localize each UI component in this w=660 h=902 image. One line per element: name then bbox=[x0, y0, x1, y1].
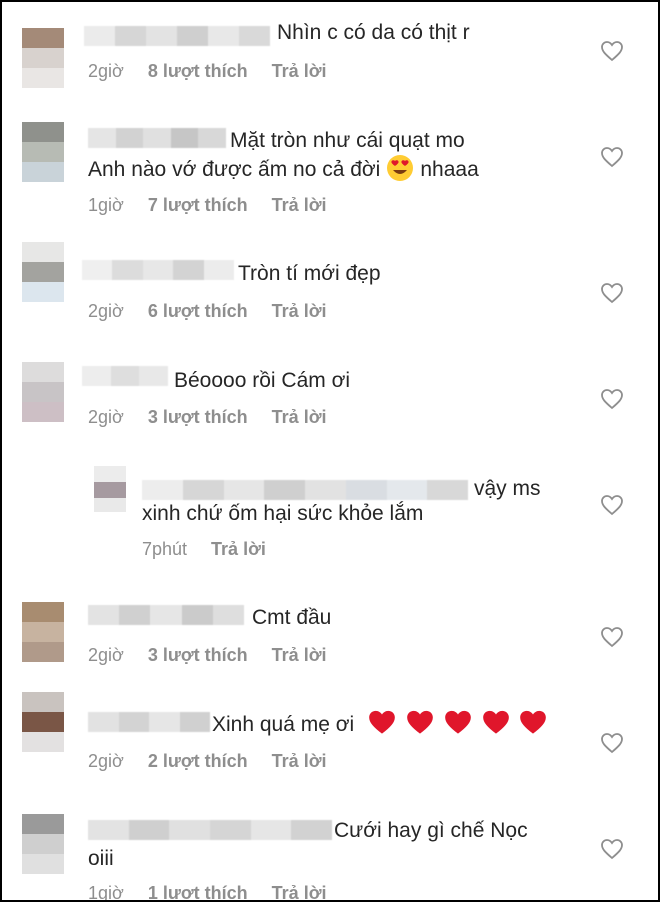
comment-text-part: nhaaa bbox=[420, 158, 479, 181]
red-heart-emoji-icon bbox=[482, 710, 509, 734]
comment-text: Tròn tí mới đẹp bbox=[238, 262, 381, 285]
username-blurred[interactable] bbox=[88, 128, 226, 148]
avatar[interactable] bbox=[22, 602, 64, 662]
comment-text: Béoooo rồi Cám ơi bbox=[174, 369, 351, 392]
comments-screenshot: Nhìn c có da có thịt r 2giờ 8 lượt thích T… bbox=[0, 0, 660, 902]
red-heart-emoji-icon bbox=[444, 710, 471, 734]
comment-meta: 2giờ 8 lượt thích Trả lời bbox=[88, 60, 327, 82]
comment-time: 2giờ bbox=[88, 407, 124, 427]
heart-eyes-emoji-icon bbox=[387, 155, 414, 181]
like-heart-icon[interactable] bbox=[600, 626, 624, 648]
like-heart-icon[interactable] bbox=[600, 732, 624, 754]
avatar[interactable] bbox=[22, 28, 64, 88]
reply-button[interactable]: Trả lời bbox=[272, 883, 327, 900]
avatar[interactable] bbox=[22, 362, 64, 422]
like-heart-icon[interactable] bbox=[600, 838, 624, 860]
likes-count[interactable]: 3 lượt thích bbox=[148, 407, 248, 427]
comment-meta: 1giờ 7 lượt thích Trả lời bbox=[88, 194, 327, 216]
comment-time: 2giờ bbox=[88, 301, 124, 321]
reply-button[interactable]: Trả lời bbox=[272, 751, 327, 771]
comment-meta: 2giờ 2 lượt thích Trả lời bbox=[88, 750, 327, 772]
reply-button[interactable]: Trả lời bbox=[272, 645, 327, 665]
avatar[interactable] bbox=[94, 466, 126, 512]
comment-text-line2: Anh nào vớ được ấm no cả đời nhaaa bbox=[88, 154, 479, 185]
reply-button[interactable]: Trả lời bbox=[272, 61, 327, 81]
comment-time: 1giờ bbox=[88, 883, 124, 902]
avatar[interactable] bbox=[22, 814, 64, 874]
like-heart-icon[interactable] bbox=[600, 282, 624, 304]
red-heart-emoji-icon bbox=[369, 710, 395, 734]
comment-text-part: Anh nào vớ được ấm no cả đời bbox=[88, 158, 381, 181]
comment-text: Xinh quá mẹ ơi bbox=[212, 713, 355, 736]
username-blurred[interactable] bbox=[84, 26, 270, 46]
comment-meta: 1giờ 1 lượt thích Trả lời bbox=[88, 882, 327, 902]
username-blurred[interactable] bbox=[142, 480, 468, 500]
like-heart-icon[interactable] bbox=[600, 146, 624, 168]
comment-meta: 2giờ 6 lượt thích Trả lời bbox=[88, 300, 327, 322]
comment-meta: 2giờ 3 lượt thích Trả lời bbox=[88, 406, 327, 428]
username-blurred[interactable] bbox=[82, 366, 168, 386]
comment-text: vậy ms bbox=[474, 477, 541, 500]
comment-meta: 7phút Trả lời bbox=[142, 538, 266, 560]
comment-time: 2giờ bbox=[88, 645, 124, 665]
comment-time: 7phút bbox=[142, 539, 188, 559]
likes-count[interactable]: 7 lượt thích bbox=[148, 195, 248, 215]
likes-count[interactable]: 3 lượt thích bbox=[148, 645, 248, 665]
avatar[interactable] bbox=[22, 122, 64, 182]
likes-count[interactable]: 8 lượt thích bbox=[148, 61, 248, 81]
comment-time: 2giờ bbox=[88, 751, 124, 771]
reply-button[interactable]: Trả lời bbox=[272, 195, 327, 215]
comment-text: Mặt tròn như cái quạt mo bbox=[230, 129, 465, 152]
avatar[interactable] bbox=[22, 692, 64, 752]
comment-time: 1giờ bbox=[88, 195, 124, 215]
comment-text-line2: oiii bbox=[88, 847, 114, 870]
comment-text-row: Xinh quá mẹ ơi bbox=[212, 709, 547, 740]
likes-count[interactable]: 6 lượt thích bbox=[148, 301, 248, 321]
like-heart-icon[interactable] bbox=[600, 494, 624, 516]
reply-button[interactable]: Trả lời bbox=[272, 301, 327, 321]
comment-text: Cưới hay gì chế Nọc bbox=[334, 819, 528, 842]
username-blurred[interactable] bbox=[88, 712, 210, 732]
comment-text-line2: xinh chứ ốm hại sức khỏe lắm bbox=[142, 502, 424, 525]
comment-text: Cmt đầu bbox=[252, 606, 332, 629]
red-heart-emoji-icon bbox=[520, 710, 547, 734]
likes-count[interactable]: 1 lượt thích bbox=[148, 883, 248, 900]
comment-time: 2giờ bbox=[88, 61, 124, 81]
username-blurred[interactable] bbox=[88, 820, 332, 840]
comment-text: Nhìn c có da có thịt r bbox=[277, 21, 470, 44]
likes-count[interactable]: 2 lượt thích bbox=[148, 751, 248, 771]
reply-button[interactable]: Trả lời bbox=[211, 539, 266, 559]
like-heart-icon[interactable] bbox=[600, 40, 624, 62]
comment-meta: 2giờ 3 lượt thích Trả lời bbox=[88, 644, 327, 666]
username-blurred[interactable] bbox=[82, 260, 234, 280]
like-heart-icon[interactable] bbox=[600, 388, 624, 410]
red-heart-emoji-row bbox=[364, 710, 547, 736]
red-heart-emoji-icon bbox=[407, 710, 433, 734]
reply-button[interactable]: Trả lời bbox=[272, 407, 327, 427]
username-blurred[interactable] bbox=[88, 605, 244, 625]
avatar[interactable] bbox=[22, 242, 64, 302]
